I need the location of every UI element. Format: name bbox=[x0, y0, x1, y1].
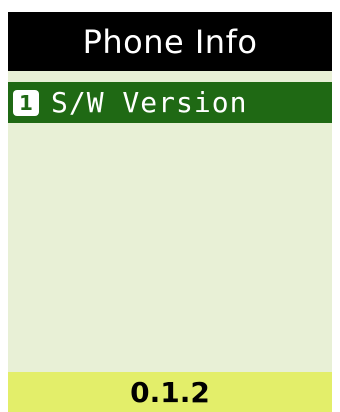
menu-item-label: S/W Version bbox=[51, 86, 248, 119]
title-bar: Phone Info bbox=[8, 12, 332, 71]
menu-item-sw-version[interactable]: 1 S/W Version bbox=[8, 82, 332, 123]
menu-list: 1 S/W Version bbox=[8, 71, 332, 372]
phone-screen: Phone Info 1 S/W Version 0.1.2 bbox=[0, 0, 340, 412]
softkey-bar[interactable]: 0.1.2 bbox=[8, 372, 332, 412]
page-title: Phone Info bbox=[82, 22, 258, 61]
menu-item-number: 1 bbox=[13, 89, 39, 116]
softkey-label: 0.1.2 bbox=[130, 375, 210, 409]
